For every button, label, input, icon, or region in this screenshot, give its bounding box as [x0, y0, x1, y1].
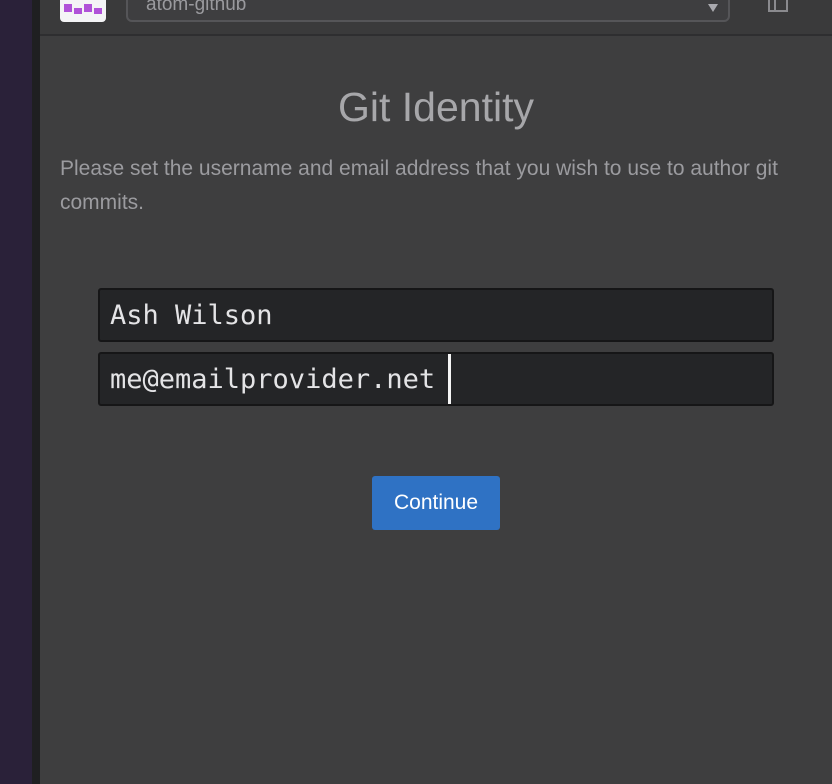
user-avatar-icon[interactable]	[60, 0, 106, 22]
panel-header: atom-github	[40, 0, 832, 36]
identicon-graphic	[64, 4, 102, 14]
continue-button[interactable]: Continue	[372, 476, 500, 530]
repo-select-label: atom-github	[146, 0, 247, 15]
identity-description: Please set the username and email addres…	[60, 157, 778, 214]
text-cursor	[448, 354, 451, 404]
username-field[interactable]	[98, 288, 774, 342]
pane-divider[interactable]	[32, 0, 40, 784]
repo-select-dropdown[interactable]: atom-github	[126, 0, 730, 22]
panel-icon[interactable]	[768, 0, 788, 12]
email-field[interactable]	[98, 352, 774, 406]
git-identity-panel: atom-github Git Identity Please set the …	[40, 0, 832, 784]
chevron-down-icon	[708, 4, 718, 12]
page-title: Git Identity	[338, 84, 534, 130]
left-sidebar	[0, 0, 32, 784]
